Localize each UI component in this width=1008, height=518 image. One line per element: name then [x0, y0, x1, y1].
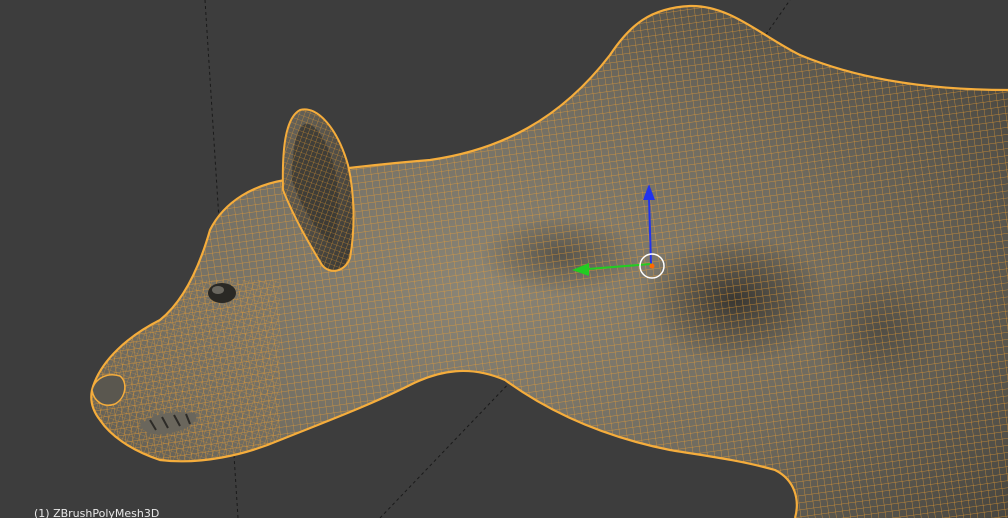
- active-object-label: (1) ZBrushPolyMesh3D: [34, 507, 160, 518]
- gizmo-center-dot: [649, 263, 655, 269]
- dog-mesh[interactable]: [0, 0, 1008, 518]
- viewport-scene[interactable]: [0, 0, 1008, 518]
- dog-eye: [208, 283, 236, 303]
- 3d-viewport[interactable]: (1) ZBrushPolyMesh3D: [0, 0, 1008, 518]
